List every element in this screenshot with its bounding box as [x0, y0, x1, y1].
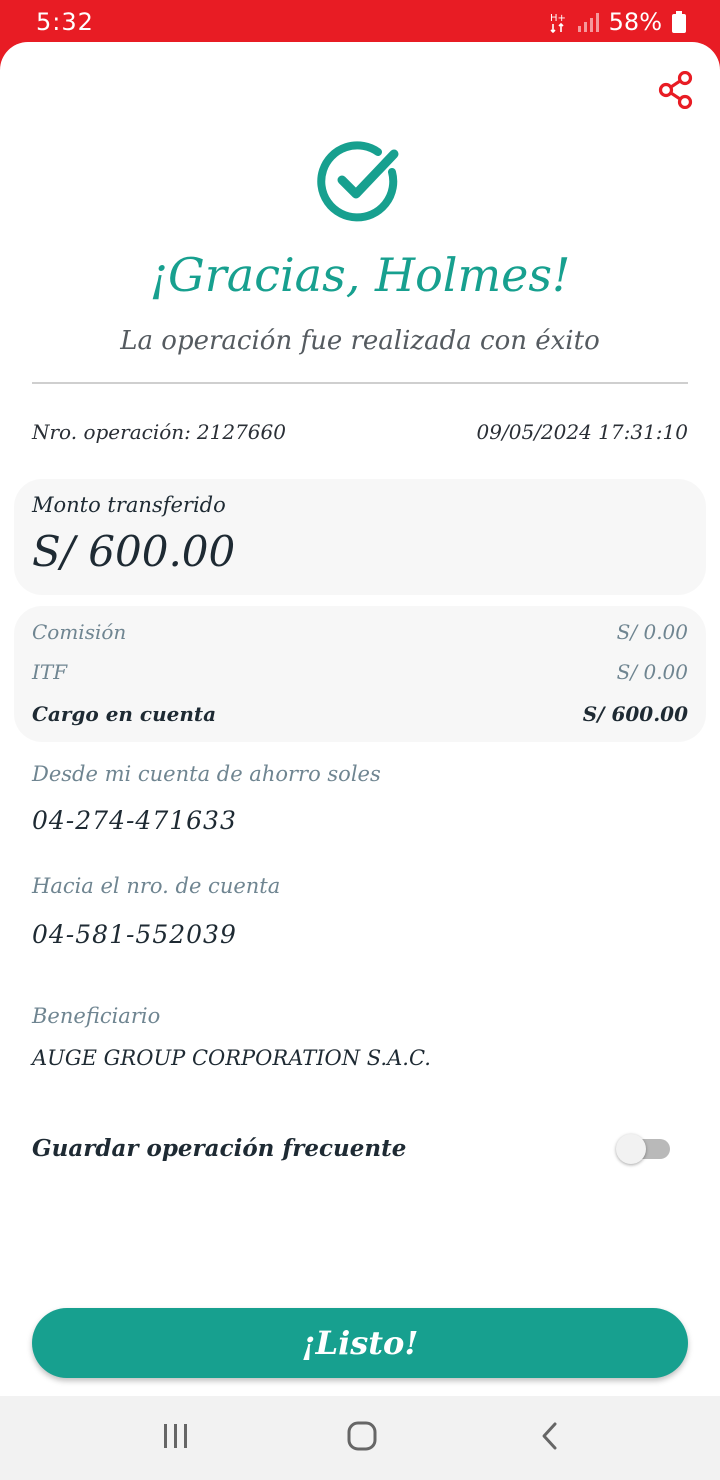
save-frequent-label: Guardar operación frecuente [32, 1134, 407, 1162]
data-transfer-icon: H+ [549, 11, 567, 33]
signal-icon [577, 11, 599, 33]
check-circle-icon [316, 138, 404, 226]
status-bar: 5:32 H+ 58% [0, 0, 720, 44]
nav-home-button[interactable] [342, 1418, 382, 1458]
fee-label: Comisión [32, 620, 127, 644]
status-time: 5:32 [36, 8, 94, 36]
fees-card: Comisión S/ 0.00 ITF S/ 0.00 Cargo en cu… [14, 606, 706, 742]
destination-account-label: Hacia el nro. de cuenta [32, 874, 281, 898]
share-icon [658, 70, 694, 113]
origin-account-value: 04-274-471633 [32, 806, 237, 835]
origin-account-label: Desde mi cuenta de ahorro soles [32, 762, 381, 786]
fee-value: S/ 0.00 [616, 620, 688, 644]
operation-number: Nro. operación: 2127660 [32, 420, 286, 444]
destination-account-value: 04-581-552039 [32, 920, 237, 949]
operation-number-label: Nro. operación: [32, 420, 191, 444]
fee-label: Cargo en cuenta [32, 702, 217, 726]
back-icon [539, 1421, 561, 1455]
battery-icon [672, 11, 686, 33]
fee-label: ITF [32, 660, 68, 684]
beneficiary-value: AUGE GROUP CORPORATION S.A.C. [32, 1046, 431, 1070]
amount-label: Monto transferido [32, 493, 226, 517]
fee-value: S/ 600.00 [582, 702, 688, 726]
nav-back-button[interactable] [530, 1418, 570, 1458]
recents-icon [161, 1422, 191, 1454]
battery-percent: 58% [608, 8, 662, 36]
save-frequent-toggle[interactable] [616, 1134, 672, 1164]
done-button[interactable]: ¡Listo! [32, 1308, 688, 1378]
home-icon [346, 1420, 378, 1456]
operation-datetime: 09/05/2024 17:31:10 [476, 420, 688, 444]
share-button[interactable] [656, 70, 696, 113]
amount-value: S/ 600.00 [32, 527, 236, 576]
fee-row-cargo: Cargo en cuenta S/ 600.00 [32, 702, 688, 726]
operation-info-row: Nro. operación: 2127660 09/05/2024 17:31… [32, 420, 688, 444]
fee-row-itf: ITF S/ 0.00 [32, 660, 688, 684]
beneficiary-label: Beneficiario [32, 1004, 161, 1028]
status-icons: H+ 58% [549, 8, 686, 36]
system-nav-bar [0, 1396, 720, 1480]
operation-number-value: 2127660 [196, 420, 286, 444]
page-subtitle: La operación fue realizada con éxito [120, 326, 600, 356]
svg-text:H+: H+ [550, 13, 566, 24]
fee-row-comision: Comisión S/ 0.00 [32, 620, 688, 644]
toggle-knob [616, 1134, 646, 1164]
fee-value: S/ 0.00 [616, 660, 688, 684]
nav-recents-button[interactable] [156, 1418, 196, 1458]
receipt-sheet: ¡Gracias, Holmes! La operación fue reali… [0, 42, 720, 1396]
page-title: ¡Gracias, Holmes! [149, 248, 571, 302]
divider [32, 382, 688, 384]
amount-card: Monto transferido S/ 600.00 [14, 479, 706, 595]
save-frequent-row: Guardar operación frecuente [32, 1128, 672, 1168]
